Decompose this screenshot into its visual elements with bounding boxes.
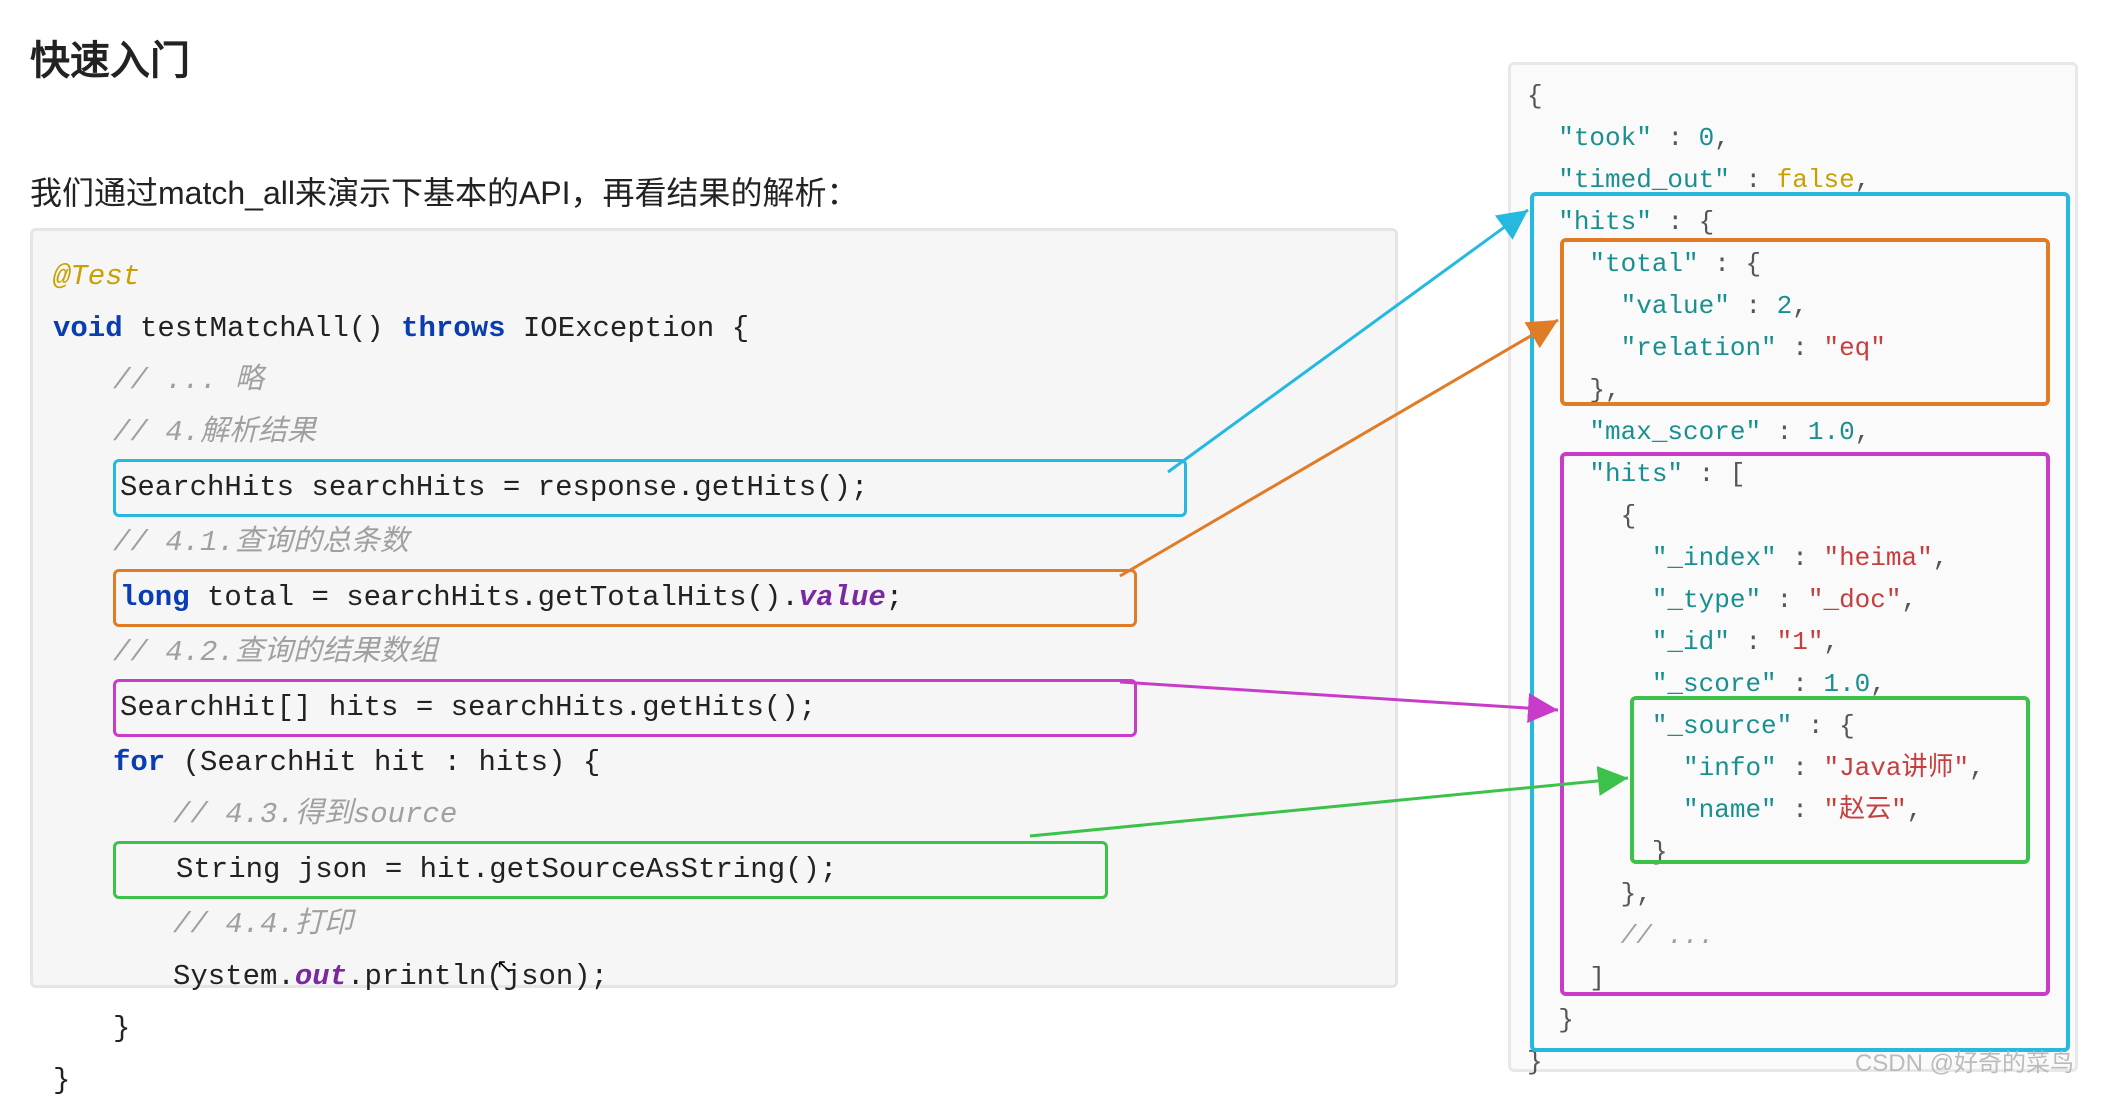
j-took-v: 0 — [1699, 123, 1715, 153]
line-searchhits: SearchHits searchHits = response.getHits… — [113, 459, 1187, 517]
method-exc: IOException { — [506, 312, 750, 345]
line-hits-array: SearchHit[] hits = searchHits.getHits(); — [113, 679, 1137, 737]
brace-inner: } — [113, 1012, 130, 1045]
print-c: .println(json); — [347, 960, 608, 993]
j-open: { — [1527, 81, 1543, 111]
for-rest: (SearchHit hit : hits) { — [165, 746, 600, 779]
kw-long: long — [120, 581, 190, 614]
code-block-java: @Test void testMatchAll() throws IOExcep… — [30, 228, 1398, 988]
comment-43: // 4.3.得到source — [173, 798, 457, 831]
method-name: testMatchAll() — [123, 312, 401, 345]
comment-41: // 4.1.查询的总条数 — [113, 526, 409, 559]
kw-void: void — [53, 312, 123, 345]
kw-throws: throws — [401, 312, 505, 345]
annotation: @Test — [53, 260, 140, 293]
comment-skip: // ... 略 — [113, 364, 264, 397]
line-source: String json = hit.getSourceAsString(); — [113, 841, 1108, 899]
page-subtitle: 我们通过match_all来演示下基本的API，再看结果的解析： — [30, 168, 859, 214]
watermark: CSDN @好奇的菜鸟 — [1855, 1043, 2074, 1078]
prop-value: value — [799, 581, 886, 614]
comment-4: // 4.解析结果 — [113, 416, 316, 449]
json-box-source — [1630, 696, 2030, 864]
comment-42: // 4.2.查询的结果数组 — [113, 636, 438, 669]
brace-outer: } — [53, 1064, 70, 1097]
cursor-icon: ↖ — [496, 954, 513, 979]
print-a: System. — [173, 960, 295, 993]
j-timed-k: "timed_out" — [1558, 165, 1730, 195]
j-timed-v: false — [1777, 165, 1855, 195]
print-out: out — [295, 960, 347, 993]
total-mid: total = searchHits.getTotalHits(). — [190, 581, 799, 614]
j-took-k: "took" — [1558, 123, 1652, 153]
comment-44: // 4.4.打印 — [173, 908, 353, 941]
line-total: long total = searchHits.getTotalHits().v… — [113, 569, 1137, 627]
total-semi: ; — [886, 581, 903, 614]
json-box-total — [1560, 238, 2050, 406]
page-title: 快速入门 — [30, 28, 190, 86]
kw-for: for — [113, 746, 165, 779]
page: 快速入门 我们通过match_all来演示下基本的API，再看结果的解析： @T… — [0, 0, 2104, 1092]
